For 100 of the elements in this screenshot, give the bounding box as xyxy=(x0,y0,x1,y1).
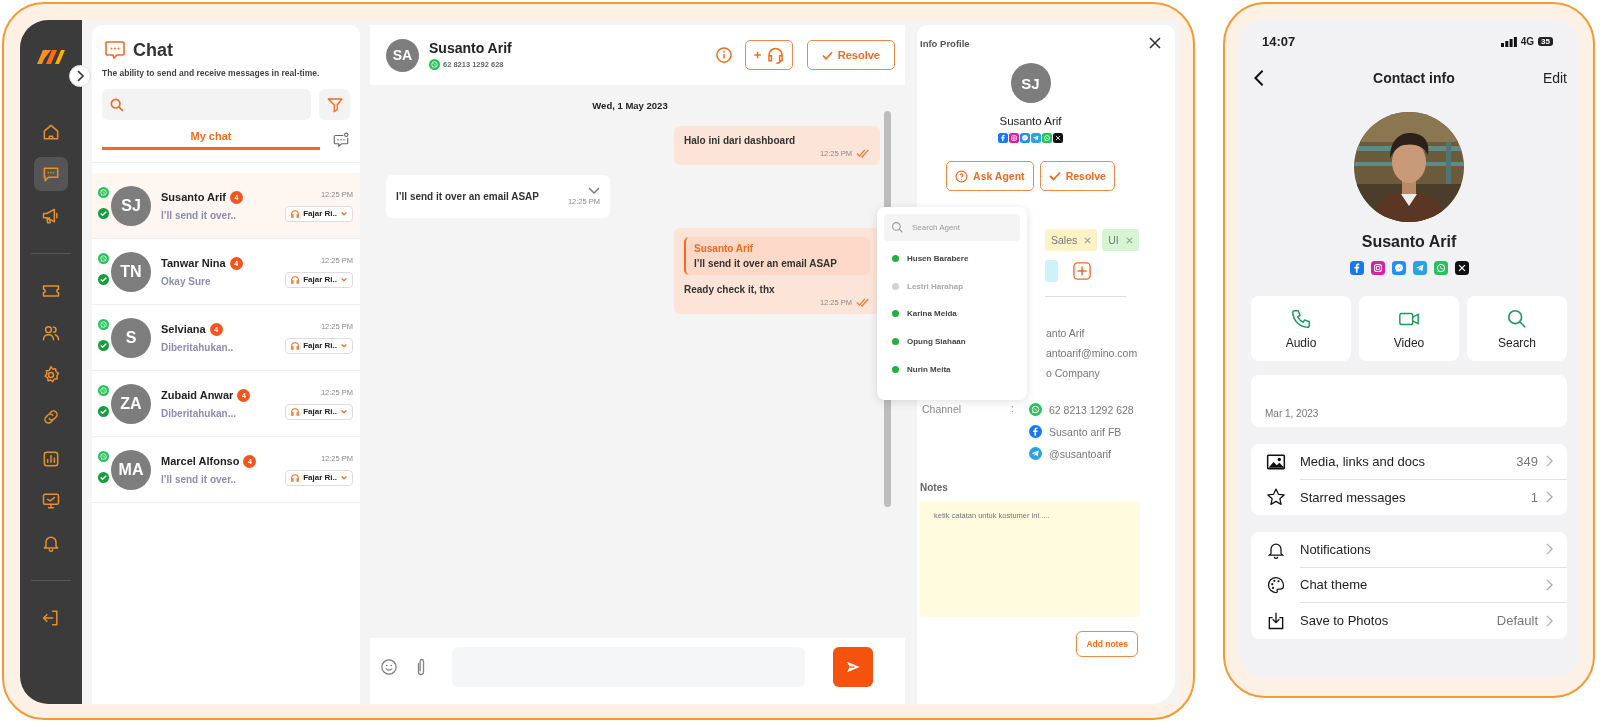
agent-option[interactable]: Nurin Meita xyxy=(884,355,1020,383)
x-icon[interactable] xyxy=(1053,133,1063,143)
quoted-text: I’ll send it over an email ASAP xyxy=(694,258,838,269)
send-button[interactable] xyxy=(833,647,873,687)
agent-select[interactable]: Fajar Ri.. xyxy=(285,469,353,486)
messenger-icon[interactable] xyxy=(1020,133,1030,143)
telegram-icon[interactable] xyxy=(1412,261,1427,275)
whatsapp-icon[interactable] xyxy=(1029,403,1042,416)
remove-icon[interactable] xyxy=(1084,236,1092,244)
chat-settings-icon[interactable] xyxy=(332,131,350,149)
signal-icon xyxy=(1500,36,1517,47)
panel-subtitle: The ability to send and receive messages in real-time. xyxy=(101,67,321,78)
message-preview: I’ll send it over.. xyxy=(161,473,238,485)
home-icon xyxy=(41,122,61,142)
settings-icon xyxy=(41,365,61,385)
settings-row[interactable]: Save to Photos Default xyxy=(1251,603,1567,639)
settings-row[interactable]: Media, links and docs 349 xyxy=(1251,444,1567,480)
instagram-icon[interactable] xyxy=(1009,133,1019,143)
telegram-icon[interactable] xyxy=(1029,447,1042,460)
add-agent-button[interactable] xyxy=(744,40,793,70)
action-button[interactable]: Audio xyxy=(1251,296,1351,361)
field-value: o Company xyxy=(1046,367,1101,379)
agent-select[interactable]: Fajar Ri.. xyxy=(285,403,353,420)
search-field[interactable] xyxy=(102,89,311,120)
whatsapp-icon[interactable] xyxy=(98,252,109,264)
agent-select[interactable]: Fajar Ri.. xyxy=(285,271,353,288)
back-icon[interactable] xyxy=(1253,69,1265,87)
contact-name: Susanto Arif xyxy=(161,191,226,203)
whatsapp-icon[interactable] xyxy=(98,384,109,396)
remove-icon[interactable] xyxy=(1125,236,1133,244)
facebook-icon[interactable] xyxy=(1029,425,1042,438)
headset-icon xyxy=(290,208,301,219)
facebook-icon[interactable] xyxy=(998,133,1008,143)
agent-option[interactable]: Husen Barabere xyxy=(884,245,1020,273)
caret-icon xyxy=(340,209,348,218)
settings-row[interactable]: Chat theme xyxy=(1251,567,1567,603)
megaphone-icon xyxy=(41,206,61,226)
contact-name: Zubaid Anwar xyxy=(161,389,234,401)
whatsapp-icon[interactable] xyxy=(98,318,109,330)
logout-icon xyxy=(41,608,61,628)
message-preview: Diberitahukan.. xyxy=(161,341,235,353)
emoji-icon[interactable] xyxy=(380,658,398,676)
panel-title: Chat xyxy=(133,39,173,61)
contact-name: Tanwar Nina xyxy=(161,257,226,269)
edit-link[interactable]: Edit xyxy=(1542,70,1567,86)
message-preview: Okay Sure xyxy=(161,275,212,287)
send-icon xyxy=(845,659,861,675)
whatsapp-icon[interactable] xyxy=(1433,261,1448,275)
channel-value: Susanto arif FB xyxy=(1049,425,1122,438)
logo-icon[interactable] xyxy=(37,47,65,65)
add-tag-button[interactable] xyxy=(1073,262,1091,280)
section-title: Notes xyxy=(920,482,949,493)
agent-select[interactable]: Fajar Ri.. xyxy=(285,205,353,222)
tag[interactable]: UI xyxy=(1102,229,1139,251)
avatar: SJ xyxy=(1010,63,1051,103)
settings-row[interactable]: Notifications xyxy=(1251,532,1567,568)
close-icon[interactable] xyxy=(1149,37,1161,49)
field-value: anto Arif xyxy=(1046,327,1086,339)
tag[interactable]: Sales xyxy=(1045,229,1098,251)
row-value: 349 xyxy=(1516,453,1538,469)
action-button[interactable]: Search xyxy=(1467,296,1567,361)
report-icon xyxy=(41,449,61,469)
action-button[interactable]: Video xyxy=(1359,296,1459,361)
download-icon xyxy=(1266,610,1286,631)
expand-button[interactable] xyxy=(69,65,91,87)
star-icon xyxy=(1266,487,1286,508)
chevron-down-icon[interactable] xyxy=(588,187,600,195)
check-circle-icon xyxy=(98,273,109,285)
date-divider: Wed, 1 May 2023 xyxy=(591,100,669,111)
check-circle-icon xyxy=(98,339,109,351)
caret-icon xyxy=(340,341,348,350)
agent-option[interactable]: Opung Siahaan xyxy=(884,327,1020,356)
quoted-sender: Susanto Arif xyxy=(694,243,755,254)
whatsapp-icon[interactable] xyxy=(98,186,109,198)
messenger-icon[interactable] xyxy=(1391,261,1406,275)
nav-button[interactable] xyxy=(34,157,68,191)
whatsapp-icon[interactable] xyxy=(429,59,440,70)
add-headset-icon xyxy=(751,46,786,64)
facebook-icon[interactable] xyxy=(1349,261,1364,275)
x-icon[interactable] xyxy=(1454,261,1469,275)
instagram-icon[interactable] xyxy=(1370,261,1385,275)
filter-button[interactable] xyxy=(319,89,350,120)
chat-icon xyxy=(103,38,127,62)
whatsapp-icon[interactable] xyxy=(98,450,109,462)
search-field[interactable]: Search Agent xyxy=(884,214,1020,241)
agent-select[interactable]: Fajar Ri.. xyxy=(285,337,353,354)
info-icon[interactable] xyxy=(714,46,733,64)
avatar: TN xyxy=(111,251,151,292)
telegram-icon[interactable] xyxy=(1031,133,1041,143)
row-value: Default xyxy=(1496,613,1538,629)
agent-option[interactable]: Karina Melda xyxy=(884,300,1020,328)
panel-title: Info Profile xyxy=(920,37,970,49)
search-icon xyxy=(891,221,904,234)
row-value: 1 xyxy=(1530,489,1538,505)
message-text: Halo ini dari dashboard xyxy=(684,135,797,146)
status-time: 14:07 xyxy=(1262,34,1296,49)
chevron-right-icon xyxy=(1546,543,1553,556)
contact-name: Susanto Arif xyxy=(1361,233,1457,251)
help-icon xyxy=(955,169,969,183)
settings-row[interactable]: Starred messages 1 xyxy=(1251,479,1567,515)
